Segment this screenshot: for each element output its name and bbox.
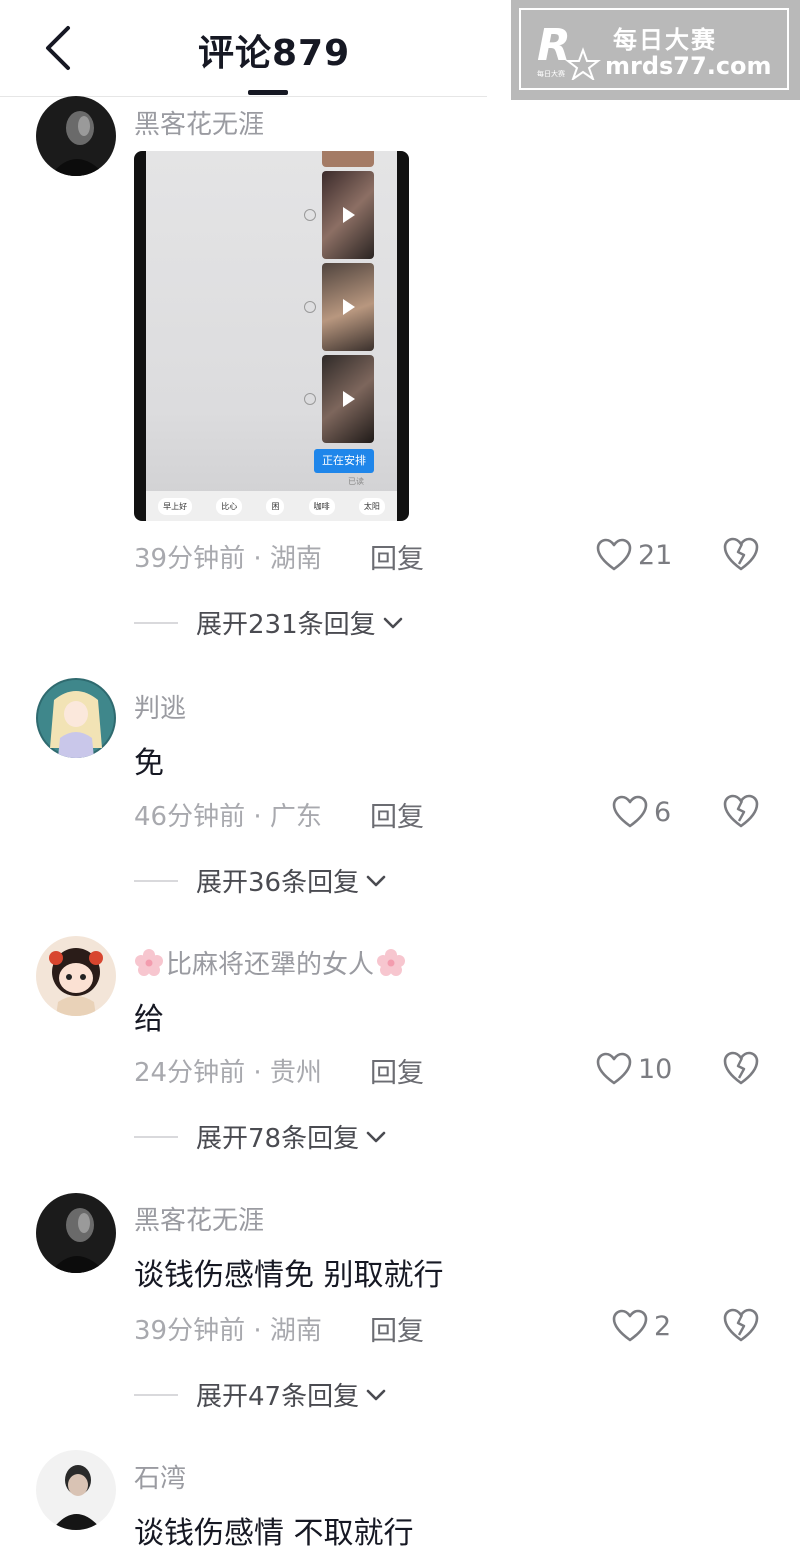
svg-text:每日大赛: 每日大赛 [537,69,565,78]
quick-reply-chip: 咖啡 [308,497,335,515]
chevron-down-icon [366,875,386,886]
quick-reply-bar: 早上好 比心 困 咖啡 太阳 [146,491,397,521]
flower-icon [135,948,163,976]
avatar-man-image [36,96,116,176]
comment-username[interactable]: 黑客花无涯 [134,104,264,141]
title-underline [248,90,288,95]
comment-meta: 39分钟前 · 湖南 [134,544,322,574]
reply-button[interactable]: 回复 [370,795,424,834]
reply-button[interactable]: 回复 [370,1051,424,1090]
comment-text: 谈钱伤感情免 别取就行 [134,1258,444,1293]
expand-replies[interactable]: 展开36条回复 [134,862,387,899]
page-title: 评论879 [198,33,351,74]
expand-replies-label: 展开36条回复 [196,868,360,898]
expand-replies-label: 展开231条回复 [196,610,376,640]
avatar-man-image [36,1193,116,1273]
like-count: 10 [638,1053,673,1085]
chevron-down-icon [383,617,402,628]
watermark-url: mrds77.com [605,52,772,80]
avatar[interactable] [36,936,116,1016]
dislike-button[interactable] [722,793,760,831]
dislike-button[interactable] [722,1050,760,1088]
quick-reply-chip: 太阳 [358,497,385,515]
like-count: 21 [638,539,673,571]
chevron-down-icon [366,1389,386,1400]
reply-button[interactable]: 回复 [370,1309,424,1348]
heart-icon [612,1309,648,1342]
comment-meta: 24分钟前 · 贵州 [134,1058,322,1088]
read-receipt: 已读 [348,477,364,486]
select-radio [304,301,316,313]
expand-replies[interactable]: 展开47条回复 [134,1376,387,1413]
avatar-cartoon-girl-image [36,936,116,1016]
like-button[interactable]: 2 [612,1306,671,1346]
comment-username[interactable]: 比麻将还犟的女人 [134,944,406,981]
quick-reply-chip: 比心 [216,497,243,515]
broken-heart-icon [723,537,759,571]
brand-logo-icon: R 每日大赛 [537,20,601,80]
avatar-person-image [36,1450,116,1530]
comment-text: 免 [134,746,164,781]
comment-text: 谈钱伤感情 不取就行 [134,1516,414,1551]
heart-icon [612,795,648,828]
expand-replies[interactable]: 展开231条回复 [134,604,404,641]
heart-icon [596,538,632,571]
divider [134,879,178,882]
like-button[interactable]: 10 [596,1049,672,1089]
heart-icon [596,1052,632,1085]
broken-heart-icon [723,1051,759,1085]
like-button[interactable]: 21 [596,535,672,575]
broken-heart-icon [723,1308,759,1342]
comment-username-label: 比麻将还犟的女人 [166,950,375,980]
video-thumbnail [322,151,374,167]
avatar[interactable] [36,1193,116,1273]
avatar[interactable] [36,1450,116,1530]
comment-text: 给 [134,1002,164,1037]
avatar[interactable] [36,96,116,176]
expand-replies-label: 展开78条回复 [196,1124,360,1154]
comment-username[interactable]: 石湾 [134,1458,186,1495]
chat-bubble: 正在安排 [314,449,374,473]
top-bar: 评论879 [0,0,487,97]
select-radio [304,209,316,221]
chevron-left-icon [46,26,70,70]
comment-meta: 46分钟前 · 广东 [134,802,322,832]
comment-username[interactable]: 判逃 [134,688,186,725]
chat-screenshot: 正在安排 已读 早上好 比心 困 咖啡 太阳 [146,151,397,521]
reply-button[interactable]: 回复 [370,537,424,576]
comment-username[interactable]: 黑客花无涯 [134,1200,264,1237]
divider [134,1393,178,1396]
avatar-anime-girl-image [36,678,116,758]
comment-image[interactable]: 正在安排 已读 早上好 比心 困 咖啡 太阳 [134,151,409,521]
select-radio [304,393,316,405]
like-count: 2 [654,1310,672,1342]
broken-heart-icon [723,794,759,828]
quick-reply-chip: 早上好 [158,497,193,515]
divider [134,1135,178,1138]
svg-text:R: R [537,20,571,71]
dislike-button[interactable] [722,536,760,574]
dislike-button[interactable] [722,1307,760,1345]
watermark-brand-name: 每日大赛 [613,26,717,54]
divider [134,621,178,624]
chevron-down-icon [366,1131,386,1142]
expand-replies[interactable]: 展开78条回复 [134,1118,387,1155]
watermark-frame: R 每日大赛 每日大赛 mrds77.com [519,8,789,90]
comment-meta: 39分钟前 · 湖南 [134,1316,322,1346]
video-thumbnail [322,263,374,351]
like-count: 6 [654,796,672,828]
video-thumbnail [322,171,374,259]
avatar[interactable] [36,678,116,758]
like-button[interactable]: 6 [612,792,671,832]
expand-replies-label: 展开47条回复 [196,1382,360,1412]
quick-reply-chip: 困 [266,497,285,515]
back-button[interactable] [36,22,84,74]
flower-icon [377,948,406,976]
watermark: R 每日大赛 每日大赛 mrds77.com [511,0,800,100]
video-thumbnail [322,355,374,443]
